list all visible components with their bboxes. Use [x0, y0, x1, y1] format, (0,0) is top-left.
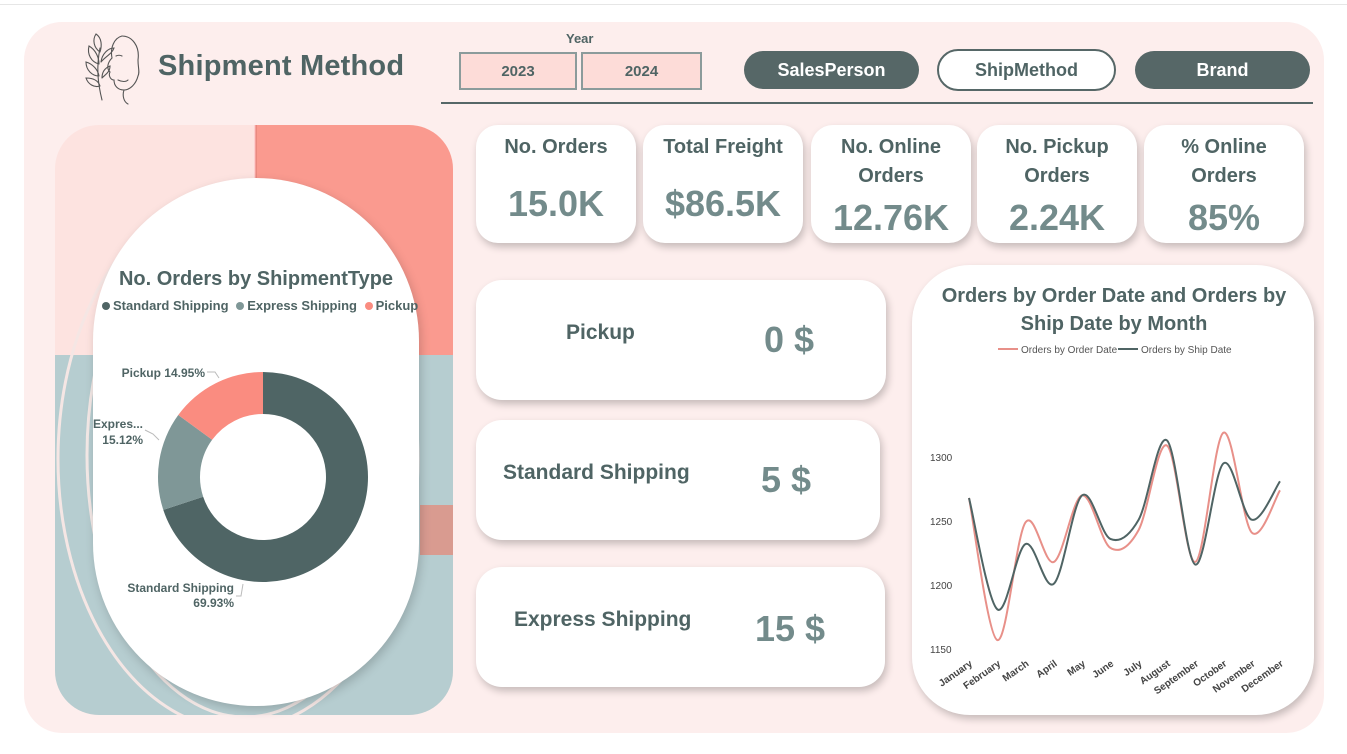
shipmethod-nav-button[interactable]: ShipMethod [937, 49, 1116, 91]
legend-dot-icon [364, 301, 373, 310]
kpi-title-line: Orders [1024, 165, 1090, 187]
legend-item-express: Express Shipping [236, 298, 357, 313]
kpi-card-online-percent: % Online Orders 85% [1144, 125, 1304, 243]
shipping-value: 0 $ [764, 319, 815, 360]
year-2024-button[interactable]: 2024 [581, 52, 702, 90]
window-top-border [0, 0, 1347, 5]
x-tick-label: March [1001, 658, 1031, 684]
kpi-card-freight: Total Freight $86.5K [643, 125, 803, 243]
kpi-title: No. Online Orders [811, 133, 971, 191]
line-chart: Orders by Order Date Orders by Ship Date 1… [930, 345, 1286, 697]
x-tick-label: April [1035, 658, 1060, 680]
leader-line [207, 371, 220, 379]
leader-line [144, 429, 160, 441]
line-legend: Orders by Order Date Orders by Ship Date [998, 345, 1232, 356]
donut-chart-title: No. Orders by ShipmentType [118, 268, 394, 290]
kpi-title-line: No. Pickup [1005, 136, 1109, 158]
page-title: Shipment Method [158, 50, 405, 82]
donut-legend: Standard Shipping Express Shipping Picku… [102, 298, 420, 313]
shipping-card-pickup: Pickup 0 $ [476, 280, 886, 400]
year-2023-button[interactable]: 2023 [459, 52, 577, 90]
y-tick-label: 1150 [930, 645, 952, 656]
y-tick-label: 1250 [930, 517, 953, 528]
kpi-title-line: Orders [858, 165, 924, 187]
shipping-name: Standard Shipping [503, 461, 690, 484]
salesperson-nav-button[interactable]: SalesPerson [744, 51, 919, 89]
year-filter-label: Year [566, 31, 594, 46]
leader-line [236, 583, 244, 597]
legend-item-standard: Standard Shipping [102, 298, 229, 313]
legend-label: Orders by Ship Date [1141, 345, 1232, 356]
kpi-value: 15.0K [507, 183, 605, 224]
kpi-title: No. Pickup Orders [977, 133, 1137, 191]
kpi-value: $86.5K [664, 183, 782, 224]
brand-nav-button[interactable]: Brand [1135, 51, 1310, 89]
header-divider [441, 102, 1313, 104]
kpi-title-line: No. Online [841, 136, 941, 158]
kpi-title-line: Orders [1191, 165, 1257, 187]
y-tick-label: 1300 [930, 453, 953, 464]
donut-label-standard-value: 69.93% [193, 596, 234, 610]
line-chart-title: Orders by Order Date and Orders by Ship … [941, 285, 1287, 335]
kpi-title: Total Freight [643, 133, 803, 162]
kpi-card-pickup-orders: No. Pickup Orders 2.24K [977, 125, 1137, 243]
donut-label-express-name: Expres... [93, 417, 143, 431]
legend-label: Standard Shipping [113, 298, 229, 313]
shipping-card-express: Express Shipping 15 $ [476, 567, 885, 687]
donut-label-standard-name: Standard Shipping [127, 581, 234, 595]
donut-label-express-value: 15.12% [102, 433, 143, 447]
shipping-value: 15 $ [755, 608, 826, 649]
kpi-title-line: No. Orders [504, 136, 608, 158]
kpi-value: 2.24K [1008, 197, 1106, 238]
y-tick-label: 1200 [930, 581, 953, 592]
kpi-value: 85% [1187, 197, 1261, 238]
legend-label: Express Shipping [247, 298, 357, 313]
kpi-value: 12.76K [832, 197, 950, 238]
x-tick-label: May [1066, 658, 1089, 678]
shipping-card-standard: Standard Shipping 5 $ [476, 420, 880, 540]
donut-label-pickup: Pickup 14.95% [122, 366, 206, 380]
legend-label: Orders by Order Date [1021, 345, 1118, 356]
kpi-title-line: % Online [1181, 136, 1267, 158]
kpi-title-line: Total Freight [663, 136, 783, 158]
legend-label: Pickup [375, 298, 419, 313]
donut-chart: Pickup 14.95% Expres... 15.12% Standard Shi… [93, 366, 369, 610]
kpi-title: % Online Orders [1144, 133, 1304, 191]
face-leaf-logo-icon [85, 33, 140, 105]
shipping-value: 5 $ [761, 459, 812, 500]
kpi-card-online-orders: No. Online Orders 12.76K [811, 125, 971, 243]
legend-item-pickup: Pickup [364, 298, 419, 313]
kpi-card-orders: No. Orders 15.0K [476, 125, 636, 243]
shipping-name: Pickup [566, 321, 635, 344]
series-line-orders-by-ship-date[interactable] [968, 439, 1281, 611]
kpi-title: No. Orders [476, 133, 636, 162]
shipping-name: Express Shipping [514, 608, 692, 631]
legend-dot-icon [102, 301, 110, 310]
legend-dot-icon [236, 301, 245, 310]
x-tick-label: June [1091, 658, 1117, 681]
